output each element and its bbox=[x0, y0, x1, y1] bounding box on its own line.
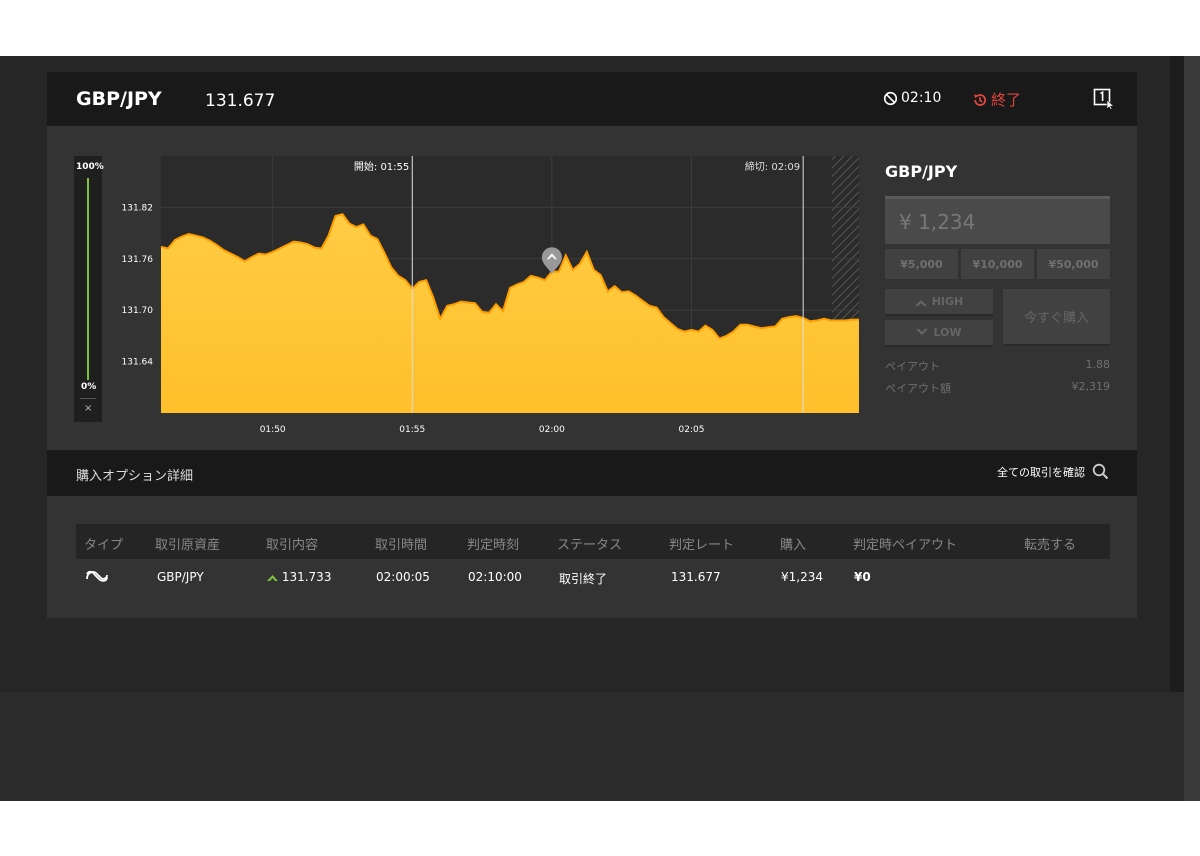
all-trades-link[interactable]: 全ての取引を確認 bbox=[997, 463, 1109, 480]
x-tick-label: 02:00 bbox=[539, 425, 565, 435]
col-purchase: 購入 bbox=[780, 538, 807, 553]
col-judge-rate: 判定レート bbox=[669, 538, 735, 553]
end-time-label: 締切: 02:09 bbox=[745, 160, 800, 173]
status-ended: 終了 bbox=[972, 89, 1021, 110]
payout-row: ペイアウト 1.88 bbox=[885, 358, 1110, 374]
scrollbar-track[interactable] bbox=[1170, 56, 1184, 692]
row-status: 取引終了 bbox=[559, 572, 608, 586]
start-time-label: 開始: 01:55 bbox=[354, 160, 409, 173]
row-judge-time: 02:10:00 bbox=[468, 570, 522, 584]
gauge-bottom-label: 0% bbox=[81, 382, 97, 392]
y-tick-label: 131.76 bbox=[122, 255, 154, 265]
down-arrow-icon bbox=[916, 328, 929, 335]
one-click-icon bbox=[1093, 88, 1115, 110]
x-tick-label: 01:55 bbox=[399, 425, 425, 435]
payout-value: 1.88 bbox=[1085, 358, 1111, 371]
col-type: タイプ bbox=[84, 538, 124, 553]
col-status: ステータス bbox=[557, 538, 623, 553]
row-judge-rate: 131.677 bbox=[671, 570, 721, 584]
row-asset: GBP/JPY bbox=[157, 570, 204, 584]
page-scrollbar[interactable] bbox=[1184, 56, 1200, 801]
table-header: タイプ 取引原資産 取引内容 取引時間 判定時刻 ステータス 判定レート 購入 … bbox=[76, 524, 1110, 559]
amount-input[interactable] bbox=[885, 196, 1110, 244]
prohibited-icon bbox=[883, 91, 898, 105]
row-purchase: ¥1,234 bbox=[781, 570, 823, 584]
col-content: 取引内容 bbox=[266, 538, 319, 553]
payout-label: ペイアウト bbox=[885, 360, 940, 373]
low-label: LOW bbox=[933, 326, 962, 339]
current-price: 131.677 bbox=[205, 91, 276, 111]
status-text: 終了 bbox=[991, 91, 1022, 109]
preset-5000-button[interactable]: ¥5,000 bbox=[885, 249, 958, 279]
trading-panel: GBP/JPY 131.677 02:10 終了 100% 0% × 開始: 0… bbox=[47, 72, 1137, 618]
high-arrow-icon bbox=[267, 575, 278, 581]
asset-header: GBP/JPY 131.677 02:10 終了 bbox=[47, 72, 1137, 126]
row-payout: ¥0 bbox=[854, 570, 871, 584]
gauge-divider bbox=[80, 398, 96, 399]
col-trade-time: 取引時間 bbox=[375, 538, 428, 553]
preset-10000-button[interactable]: ¥10,000 bbox=[961, 249, 1034, 279]
y-tick-label: 131.70 bbox=[122, 306, 154, 316]
high-label: HIGH bbox=[931, 295, 964, 308]
low-button[interactable]: LOW bbox=[885, 320, 993, 347]
spread-type-icon bbox=[86, 570, 108, 582]
col-resell: 転売する bbox=[1024, 538, 1077, 553]
y-tick-label: 131.82 bbox=[122, 203, 154, 213]
col-judge-time: 判定時刻 bbox=[467, 538, 520, 553]
timer-value: 02:10 bbox=[901, 90, 942, 106]
gauge-bar bbox=[87, 178, 89, 380]
row-content: 131.733 bbox=[267, 570, 331, 584]
sentiment-gauge: 100% 0% × bbox=[74, 156, 104, 422]
buy-now-button[interactable]: 今すぐ購入 bbox=[1003, 289, 1110, 346]
y-tick-label: 131.64 bbox=[122, 358, 154, 368]
row-content-value: 131.733 bbox=[281, 570, 332, 584]
history-icon bbox=[974, 93, 987, 106]
details-title: 購入オプション詳細 bbox=[76, 469, 194, 484]
gauge-top-label: 100% bbox=[76, 162, 104, 172]
all-trades-label: 全ての取引を確認 bbox=[997, 465, 1085, 479]
up-arrow-icon bbox=[914, 299, 927, 306]
preset-50000-button[interactable]: ¥50,000 bbox=[1037, 249, 1110, 279]
x-tick-label: 01:50 bbox=[260, 425, 286, 435]
asset-title: GBP/JPY bbox=[76, 88, 162, 110]
col-asset: 取引原資産 bbox=[155, 538, 221, 553]
payout-amount-label: ペイアウト額 bbox=[885, 382, 951, 395]
price-chart: 開始: 01:55 締切: 02:09 131.82131.76131.7013… bbox=[122, 156, 859, 435]
payout-amount-value: ¥2,319 bbox=[1071, 380, 1111, 393]
countdown-timer: 02:10 bbox=[883, 90, 941, 106]
search-icon bbox=[1092, 463, 1109, 480]
details-section-bar: 購入オプション詳細 全ての取引を確認 bbox=[47, 450, 1137, 496]
row-trade-time: 02:00:05 bbox=[376, 570, 430, 584]
footer-area bbox=[0, 692, 1184, 801]
gauge-close-button[interactable]: × bbox=[84, 403, 92, 414]
y-axis-labels: 131.82 131.76 131.70 131.64 bbox=[122, 203, 154, 367]
trade-panel-asset: GBP/JPY bbox=[885, 162, 958, 181]
x-tick-label: 02:05 bbox=[679, 425, 705, 435]
payout-amount-row: ペイアウト額 ¥2,319 bbox=[885, 380, 1110, 396]
high-button[interactable]: HIGH bbox=[885, 289, 993, 316]
one-click-mode-button[interactable] bbox=[1093, 88, 1115, 110]
table-row[interactable]: GBP/JPY 131.733 02:00:05 02:10:00 取引終了 1… bbox=[76, 559, 1110, 595]
x-axis-labels: 01:50 01:55 02:00 02:05 bbox=[260, 425, 705, 435]
col-payout: 判定時ペイアウト bbox=[853, 538, 958, 553]
